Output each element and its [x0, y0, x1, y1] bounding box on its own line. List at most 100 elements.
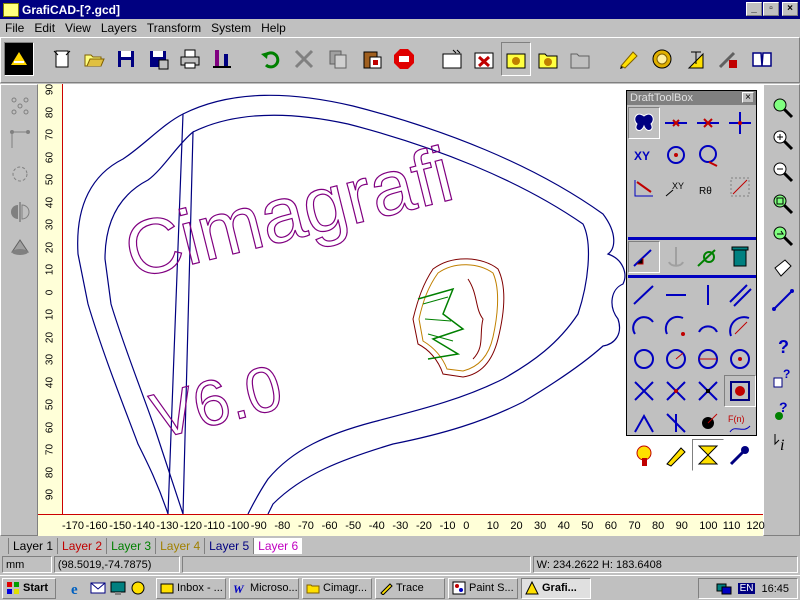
menu-system[interactable]: System [206, 21, 256, 35]
save-as-icon[interactable] [143, 42, 173, 76]
layer-tab-1[interactable]: Layer 1 [8, 538, 57, 554]
language-indicator[interactable]: EN [737, 583, 756, 594]
menu-layers[interactable]: Layers [96, 21, 142, 35]
task-trace[interactable]: Trace [375, 577, 445, 599]
paint-icon[interactable] [628, 439, 660, 471]
xy-coordinate-icon[interactable]: XY [628, 139, 660, 171]
close-button[interactable]: × [782, 2, 798, 16]
copy-icon[interactable] [323, 42, 353, 76]
mirror-icon[interactable] [5, 197, 35, 227]
pencil-draw-icon[interactable] [660, 439, 692, 471]
fillet-icon[interactable] [692, 407, 724, 439]
layer-folder-icon[interactable] [565, 42, 595, 76]
eyedropper-icon[interactable] [724, 439, 756, 471]
circle-3pt-icon[interactable] [724, 343, 756, 375]
measure-distance-icon[interactable] [768, 285, 798, 315]
arc-tangent-icon[interactable] [724, 311, 756, 343]
zoom-previous-icon[interactable] [768, 221, 798, 251]
parallel-line-icon[interactable] [724, 279, 756, 311]
layer-icon[interactable] [501, 42, 531, 76]
snap-points-icon[interactable] [5, 91, 35, 121]
cross-snap-icon[interactable] [660, 375, 692, 407]
solid-icon[interactable] [5, 231, 35, 261]
delta-xy-icon[interactable]: XY [660, 171, 692, 203]
arc-icon[interactable] [628, 311, 660, 343]
menu-view[interactable]: View [60, 21, 96, 35]
layer-open-icon[interactable] [533, 42, 563, 76]
box-select-icon[interactable] [724, 375, 756, 407]
medal-icon[interactable] [647, 42, 677, 76]
help-context-icon[interactable]: ? [768, 395, 798, 425]
menu-help[interactable]: Help [256, 21, 291, 35]
dashed-box-icon[interactable] [724, 171, 756, 203]
logo-icon[interactable] [4, 42, 34, 76]
circle-2pt-icon[interactable] [692, 343, 724, 375]
zoom-in-icon[interactable] [768, 125, 798, 155]
layer-tab-2[interactable]: Layer 2 [57, 538, 106, 554]
relative-point-icon[interactable] [628, 171, 660, 203]
paste-icon[interactable] [357, 42, 387, 76]
new-icon[interactable] [47, 42, 77, 76]
midpoint-icon[interactable] [692, 107, 724, 139]
task-graficad[interactable]: Grafi... [521, 577, 591, 599]
menu-file[interactable]: File [0, 21, 29, 35]
plot-icon[interactable] [207, 42, 237, 76]
extend-icon[interactable] [660, 407, 692, 439]
outlook-icon[interactable] [89, 579, 107, 597]
arc-center-icon[interactable] [660, 311, 692, 343]
close-drawing-icon[interactable] [469, 42, 499, 76]
cross-node-icon[interactable] [692, 375, 724, 407]
center-point-icon[interactable] [660, 139, 692, 171]
snap-object-icon[interactable] [692, 241, 724, 273]
delete-icon[interactable] [289, 42, 319, 76]
circle-radius-icon[interactable] [660, 343, 692, 375]
desktop-icon[interactable] [109, 579, 127, 597]
task-cimagrafi[interactable]: Cimagr... [302, 577, 372, 599]
point-on-curve-icon[interactable] [628, 241, 660, 273]
task-paint[interactable]: Paint S... [448, 577, 518, 599]
intersection-icon[interactable] [724, 107, 756, 139]
zoom-all-icon[interactable] [768, 189, 798, 219]
circle-icon[interactable] [628, 343, 660, 375]
toolbox-titlebar[interactable]: DraftToolBox × [627, 91, 756, 105]
horizontal-line-icon[interactable] [660, 279, 692, 311]
cross-lines-icon[interactable] [628, 375, 660, 407]
zoom-window-icon[interactable] [768, 93, 798, 123]
layer-tab-3[interactable]: Layer 3 [106, 538, 155, 554]
maximize-button[interactable]: ▫ [763, 2, 779, 16]
minimize-button[interactable]: _ [746, 2, 762, 16]
butterfly-icon[interactable] [628, 107, 660, 139]
polar-icon[interactable]: Rθ [692, 171, 724, 203]
circle-snap-icon[interactable] [5, 159, 35, 189]
new-drawing-icon[interactable] [437, 42, 467, 76]
trash-icon[interactable] [724, 241, 756, 273]
pan-icon[interactable] [768, 253, 798, 283]
pencil-icon[interactable] [613, 42, 643, 76]
stop-icon[interactable] [389, 42, 419, 76]
task-word[interactable]: W Microso... [229, 577, 299, 599]
menu-edit[interactable]: Edit [29, 21, 60, 35]
perpendicular-icon[interactable] [660, 107, 692, 139]
print-icon[interactable] [175, 42, 205, 76]
anchor-icon[interactable] [660, 241, 692, 273]
ie-icon[interactable]: e [69, 579, 87, 597]
channels-icon[interactable] [129, 579, 147, 597]
tools-icon[interactable] [713, 42, 743, 76]
measure-icon[interactable] [692, 439, 724, 471]
book-icon[interactable] [747, 42, 777, 76]
task-inbox[interactable]: Inbox - ... [156, 577, 226, 599]
whats-this-icon[interactable]: i [768, 427, 798, 457]
save-icon[interactable] [111, 42, 141, 76]
start-button[interactable]: Start [2, 577, 56, 599]
function-icon[interactable]: F(n) [724, 407, 756, 439]
menu-transform[interactable]: Transform [142, 21, 206, 35]
node-edit-icon[interactable] [5, 125, 35, 155]
arc-3pt-icon[interactable] [692, 311, 724, 343]
draft-toolbox[interactable]: DraftToolBox × XY XY Rθ F(n) [626, 90, 757, 471]
line-icon[interactable] [628, 279, 660, 311]
layer-tab-6[interactable]: Layer 6 [253, 538, 303, 554]
circle-tangent-icon[interactable] [692, 139, 724, 171]
layer-tab-4[interactable]: Layer 4 [155, 538, 204, 554]
trim-icon[interactable] [628, 407, 660, 439]
zoom-out-icon[interactable] [768, 157, 798, 187]
